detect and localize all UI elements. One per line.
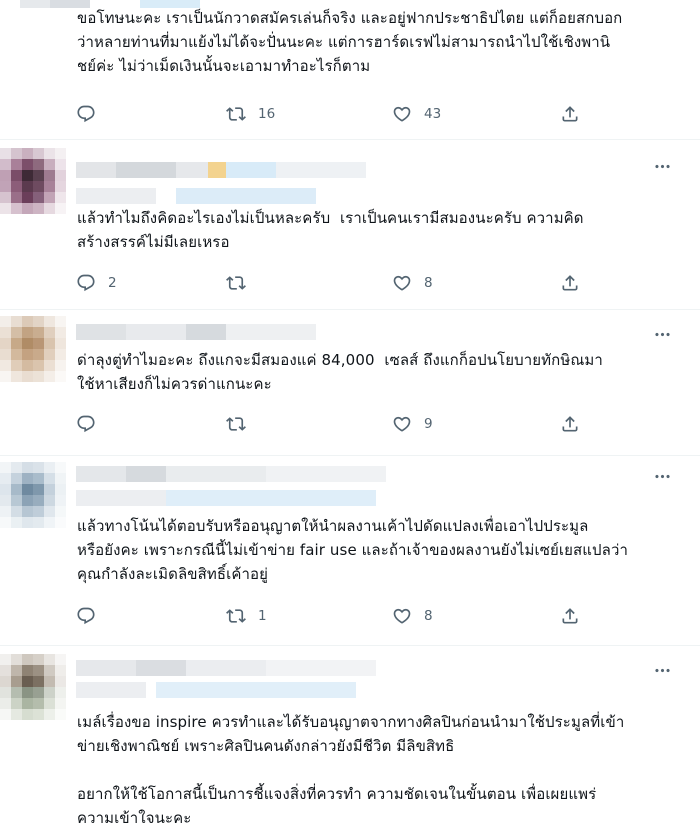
tweet[interactable]: เมล์เรื่องขอ inspire ควรทำและได้รับอนุญา… — [0, 646, 700, 840]
more-options-button[interactable] — [652, 466, 672, 486]
retweet-icon — [226, 609, 246, 623]
more-options-button[interactable] — [652, 156, 672, 176]
share-icon — [562, 608, 578, 624]
reply-button[interactable] — [76, 99, 108, 129]
blurred-reply-context — [76, 490, 376, 506]
reply-icon — [77, 415, 95, 433]
reply-icon — [77, 274, 95, 292]
retweet-button[interactable] — [226, 409, 258, 439]
like-count: 43 — [424, 106, 442, 122]
reply-count: 2 — [108, 275, 117, 291]
like-button[interactable]: 8 — [392, 601, 433, 631]
blurred-reply-context — [76, 682, 356, 698]
share-icon — [562, 275, 578, 291]
avatar[interactable] — [0, 462, 66, 528]
tweet-actions: 2 8 — [62, 268, 622, 298]
retweet-button[interactable]: 16 — [226, 99, 275, 129]
tweet[interactable]: แล้วทางโน้นได้ตอบรับหรืออนุญาตให้นำผลงาน… — [0, 456, 700, 646]
more-icon — [654, 474, 670, 478]
blurred-user-name — [76, 466, 386, 482]
heart-icon — [393, 275, 411, 291]
retweet-count: 16 — [258, 106, 276, 122]
like-button[interactable]: 8 — [392, 268, 433, 298]
like-button[interactable]: 43 — [392, 99, 441, 129]
retweet-icon — [226, 107, 246, 121]
blurred-user-name — [76, 660, 376, 676]
avatar[interactable] — [0, 148, 66, 214]
more-icon — [654, 164, 670, 168]
reply-icon — [77, 607, 95, 625]
blurred-user-name — [76, 162, 366, 178]
tweet-text: แล้วทางโน้นได้ตอบรับหรืออนุญาตให้นำผลงาน… — [77, 517, 629, 583]
heart-icon — [393, 416, 411, 432]
tweet-text: เมล์เรื่องขอ inspire ควรทำและได้รับอนุญา… — [77, 713, 625, 827]
share-button[interactable] — [560, 409, 580, 439]
tweet[interactable]: แล้วทำไมถึงคิดอะไรเองไม่เป็นหละครับ เราเ… — [0, 140, 700, 310]
tweet-text: ด่าลุงตู่ทำไมอะคะ ถึงแกจะมีสมองแค่ 84,00… — [77, 351, 603, 393]
retweet-icon — [226, 417, 246, 431]
share-icon — [562, 106, 578, 122]
tweet-actions: 16 43 — [62, 99, 622, 129]
heart-icon — [393, 106, 411, 122]
more-options-button[interactable] — [652, 324, 672, 344]
tweet-actions: 1 8 — [62, 601, 622, 631]
reply-button[interactable] — [76, 601, 108, 631]
share-button[interactable] — [560, 268, 580, 298]
like-count: 9 — [424, 416, 433, 432]
blurred-reply-context — [76, 188, 316, 204]
more-options-button[interactable] — [652, 660, 672, 680]
avatar[interactable] — [0, 654, 66, 720]
tweet-text: แล้วทำไมถึงคิดอะไรเองไม่เป็นหละครับ เราเ… — [77, 209, 584, 251]
avatar[interactable] — [0, 316, 66, 382]
more-icon — [654, 668, 670, 672]
reply-button[interactable] — [76, 409, 108, 439]
reply-button[interactable]: 2 — [76, 268, 117, 298]
retweet-icon — [226, 276, 246, 290]
share-button[interactable] — [560, 601, 580, 631]
like-count: 8 — [424, 275, 433, 291]
tweet-actions: 9 — [62, 409, 622, 439]
tweet[interactable]: ขอโทษนะคะ เราเป็นนักวาดสมัครเล่นก็จริง แ… — [0, 0, 700, 140]
tweet[interactable]: ด่าลุงตู่ทำไมอะคะ ถึงแกจะมีสมองแค่ 84,00… — [0, 310, 700, 456]
retweet-button[interactable] — [226, 268, 258, 298]
retweet-count: 1 — [258, 608, 267, 624]
heart-icon — [393, 608, 411, 624]
more-icon — [654, 332, 670, 336]
like-button[interactable]: 9 — [392, 409, 433, 439]
retweet-button[interactable]: 1 — [226, 601, 267, 631]
blurred-user-name — [76, 324, 316, 340]
like-count: 8 — [424, 608, 433, 624]
tweet-text: ขอโทษนะคะ เราเป็นนักวาดสมัครเล่นก็จริง แ… — [77, 9, 623, 75]
share-button[interactable] — [560, 99, 580, 129]
share-icon — [562, 416, 578, 432]
reply-icon — [77, 105, 95, 123]
